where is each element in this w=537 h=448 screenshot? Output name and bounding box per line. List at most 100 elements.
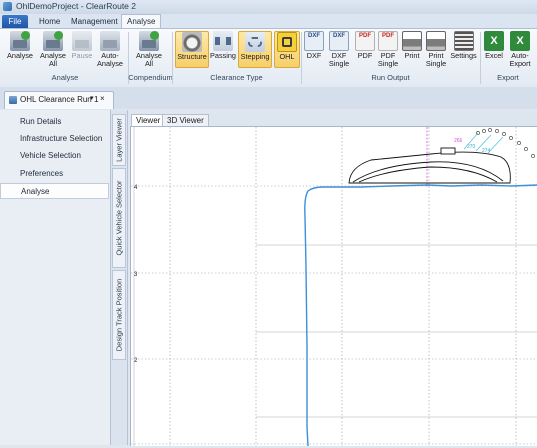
excel-icon: X — [484, 31, 504, 51]
analyse-all-icon — [43, 31, 63, 51]
print-single-label: Print Single — [425, 51, 447, 68]
nav-item-preferences[interactable]: Preferences — [0, 166, 109, 182]
dxf-icon: DXF — [304, 31, 324, 51]
pdf-icon: PDF — [355, 31, 375, 51]
marker — [517, 141, 521, 145]
clearance-drawing[interactable]: 4 3 2 266 270 274 — [131, 127, 537, 447]
structure-icon — [182, 32, 202, 52]
viewer-canvas[interactable]: 4 3 2 266 270 274 — [130, 126, 537, 447]
app-icon — [3, 2, 12, 11]
ohl-label: OHL — [279, 52, 295, 61]
annotation-270: 270 — [467, 144, 476, 150]
nav-item-vehicle-selection[interactable]: Vehicle Selection — [0, 148, 109, 164]
excel-button[interactable]: X Excel — [483, 31, 505, 60]
ohl-button[interactable]: OHL — [274, 31, 300, 68]
tab-quick-vehicle-selector[interactable]: Quick Vehicle Selector — [112, 168, 126, 268]
pdf-button[interactable]: PDF PDF — [354, 31, 376, 60]
quick-vehicle-selector-label: Quick Vehicle Selector — [114, 180, 124, 256]
compendium-analyse-all-button[interactable]: Analyse All — [133, 31, 165, 68]
ribbon-tab-row: File Home Management Analyse — [0, 14, 537, 29]
auto-export-button[interactable]: X Auto-Export — [507, 31, 533, 68]
analyse-all-button[interactable]: Analyse All — [37, 31, 69, 68]
compendium-analyse-all-icon — [139, 31, 159, 51]
design-track-position-label: Design Track Position — [114, 278, 124, 352]
run-output-group-label: Run Output — [371, 73, 410, 82]
document-tab-strip: OHL Clearance Run 1 ▾ × — [0, 87, 537, 109]
print-single-icon — [426, 31, 446, 51]
dxf-label: DXF — [306, 51, 322, 60]
tab-file[interactable]: File — [2, 15, 28, 28]
contact-wire — [304, 184, 537, 447]
passing-icon — [213, 31, 233, 51]
settings-label: Settings — [450, 51, 477, 60]
window-title: OhlDemoProject - ClearRoute 2 — [16, 1, 136, 11]
y-axis-label-3: 3 — [134, 272, 138, 278]
title-bar: OhlDemoProject - ClearRoute 2 — [0, 0, 537, 14]
excel-label: Excel — [485, 51, 503, 60]
y-axis-label-4: 4 — [134, 185, 138, 191]
annotation-266: 266 — [454, 138, 463, 144]
document-tab-label: OHL Clearance Run 1 — [20, 95, 99, 104]
ribbon-separator — [172, 32, 173, 84]
pdf-single-button[interactable]: PDF PDF Single — [377, 31, 399, 68]
tab-design-track-position[interactable]: Design Track Position — [112, 270, 126, 360]
structure-button[interactable]: Structure — [175, 31, 209, 68]
auto-analyse-icon — [100, 31, 120, 51]
marker — [488, 128, 492, 132]
dxf-single-icon: DXF — [329, 31, 349, 51]
ribbon: Analyse Analyse All Pause Auto-Analyse A… — [0, 28, 537, 88]
ribbon-separator — [480, 32, 481, 84]
y-axis-label-2: 2 — [134, 358, 138, 364]
tab-management[interactable]: Management — [66, 15, 123, 28]
nav-item-run-details[interactable]: Run Details — [0, 114, 109, 130]
ribbon-separator — [301, 32, 302, 84]
document-tab[interactable]: OHL Clearance Run 1 ▾ × — [4, 91, 114, 109]
pdf-single-icon: PDF — [378, 31, 398, 51]
vehicle-inner-line — [358, 166, 498, 183]
marker — [524, 147, 528, 151]
stepping-button[interactable]: Stepping — [238, 31, 272, 68]
tab-layer-viewer[interactable]: Layer Viewer — [112, 114, 126, 166]
dxf-button[interactable]: DXF DXF — [303, 31, 325, 60]
compendium-group-label: Compendium — [128, 73, 173, 82]
clearance-type-group-label: Clearance Type — [210, 73, 263, 82]
nav-item-infrastructure-selection[interactable]: Infrastructure Selection — [0, 131, 109, 147]
close-icon[interactable]: × — [100, 94, 105, 103]
structure-label: Structure — [177, 52, 207, 61]
analyse-group-label: Analyse — [51, 73, 79, 82]
pdf-single-label: PDF Single — [377, 51, 399, 68]
compendium-analyse-all-label: Analyse All — [136, 51, 162, 68]
tab-analyse[interactable]: Analyse — [121, 14, 162, 29]
analyse-button[interactable]: Analyse — [5, 31, 35, 60]
print-single-button[interactable]: Print Single — [424, 31, 448, 68]
left-nav: Run Details Infrastructure Selection Veh… — [0, 110, 111, 445]
side-tab-strip: Layer Viewer Quick Vehicle Selector Desi… — [111, 110, 128, 445]
export-group-label: Export — [497, 73, 519, 82]
marker — [495, 129, 499, 133]
dxf-single-button[interactable]: DXF DXF Single — [327, 31, 351, 68]
print-icon — [402, 31, 422, 51]
analyse-all-label: Analyse All — [40, 51, 66, 68]
dxf-single-label: DXF Single — [328, 51, 350, 68]
settings-button[interactable]: Settings — [449, 31, 478, 60]
vehicle-inner-line — [352, 161, 504, 183]
auto-analyse-label: Auto-Analyse — [97, 51, 123, 68]
marker — [482, 129, 486, 133]
auto-analyse-button[interactable]: Auto-Analyse — [95, 31, 125, 68]
print-button[interactable]: Print — [401, 31, 423, 60]
annotation-274: 274 — [482, 148, 491, 154]
marker — [509, 136, 513, 140]
ohl-icon — [277, 32, 297, 52]
nav-item-analyse[interactable]: Analyse — [0, 183, 109, 199]
pantograph-head — [440, 147, 456, 155]
pause-button[interactable]: Pause — [70, 31, 94, 60]
tab-home[interactable]: Home — [34, 15, 65, 28]
viewer-tab-row: Viewer 3D Viewer — [128, 113, 537, 127]
pdf-label: PDF — [357, 51, 373, 60]
stepping-icon — [245, 32, 265, 52]
dropdown-icon[interactable]: ▾ — [90, 94, 94, 102]
layer-viewer-label: Layer Viewer — [114, 118, 124, 162]
passing-button[interactable]: Passing — [209, 31, 237, 60]
analyse-label: Analyse — [7, 51, 33, 60]
auto-export-icon: X — [510, 31, 530, 51]
